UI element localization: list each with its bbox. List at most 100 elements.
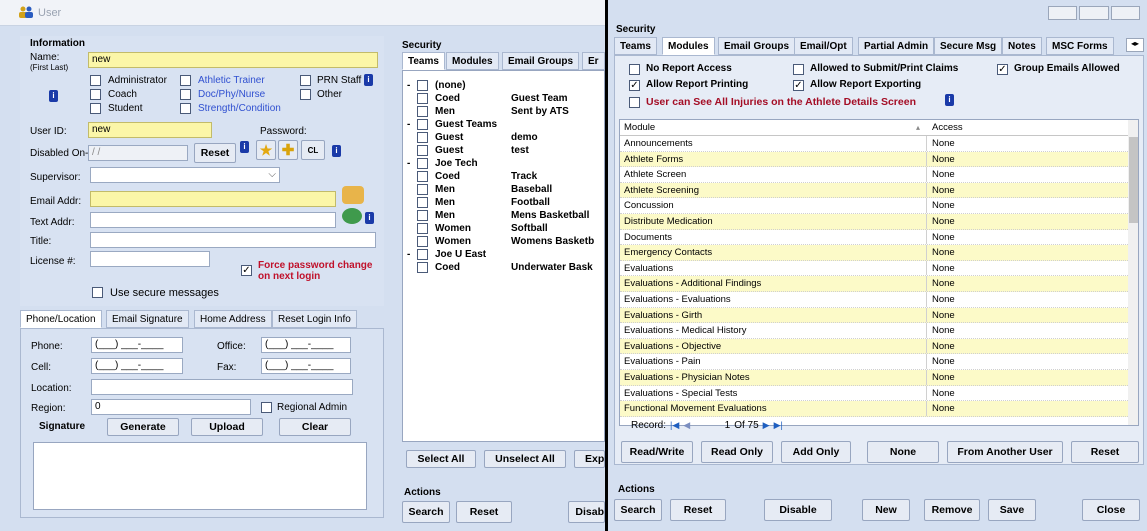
right-tab-secure-msg[interactable]: Secure Msg — [934, 37, 1003, 55]
collapse-icon[interactable]: - — [407, 248, 410, 261]
module-access[interactable]: None — [932, 401, 955, 416]
see-all-checkbox[interactable] — [629, 97, 640, 108]
info-icon[interactable]: i — [945, 94, 954, 106]
unselect-all-button[interactable]: Unselect All — [484, 450, 566, 468]
add-only-button[interactable]: Add Only — [781, 441, 851, 463]
module-access[interactable]: None — [932, 386, 955, 401]
right-tab-msc-forms[interactable]: MSC Forms — [1046, 37, 1114, 55]
team-checkbox[interactable] — [417, 236, 428, 247]
team-row[interactable]: Coed Guest Team — [403, 92, 603, 105]
collapse-icon[interactable]: - — [407, 118, 410, 131]
regional-admin-checkbox[interactable] — [261, 402, 272, 413]
record-position[interactable]: 1 — [694, 420, 731, 431]
tab-phone-location[interactable]: Phone/Location — [20, 310, 102, 328]
team-row[interactable]: Men Sent by ATS — [403, 105, 603, 118]
title-input[interactable] — [90, 232, 376, 248]
doc-checkbox[interactable] — [180, 89, 191, 100]
module-row[interactable]: Evaluations - Special Tests None — [620, 385, 1128, 402]
team-row[interactable]: Coed Track — [403, 170, 603, 183]
module-row[interactable]: Evaluations None — [620, 260, 1128, 277]
access-column-header[interactable]: Access — [932, 120, 963, 135]
mid-tab-modules[interactable]: Modules — [446, 52, 499, 70]
action-new-button[interactable]: New — [862, 499, 910, 521]
module-access[interactable]: None — [932, 276, 955, 291]
module-row[interactable]: Evaluations - Medical History None — [620, 323, 1128, 339]
team-row[interactable]: Women Womens Basketb — [403, 235, 603, 248]
module-access[interactable]: None — [932, 292, 955, 307]
scroll-thumb[interactable] — [1129, 137, 1138, 223]
module-access[interactable]: None — [932, 198, 955, 213]
module-row[interactable]: Documents None — [620, 229, 1128, 246]
team-row[interactable]: Men Baseball — [403, 183, 603, 196]
plus-button[interactable]: ✚ — [278, 140, 298, 160]
team-group-row[interactable]: - Joe U East — [403, 248, 603, 261]
module-access[interactable]: None — [932, 167, 955, 182]
team-group-checkbox[interactable] — [417, 249, 428, 260]
allowed-submit-checkbox[interactable] — [793, 64, 804, 75]
name-input[interactable]: new — [88, 52, 378, 68]
athletic-trainer-checkbox[interactable] — [180, 75, 191, 86]
module-access[interactable]: None — [932, 152, 955, 167]
cell-input[interactable]: (___) ___-____ — [91, 358, 183, 374]
module-access[interactable]: None — [932, 354, 955, 369]
prn-staff-checkbox[interactable] — [300, 75, 311, 86]
module-row[interactable]: Evaluations - Additional Findings None — [620, 276, 1128, 292]
administrator-checkbox[interactable] — [90, 75, 101, 86]
allow-export-checkbox[interactable]: ✓ — [793, 80, 804, 91]
module-row[interactable]: Evaluations - Pain None — [620, 354, 1128, 370]
region-select[interactable]: 0 — [91, 399, 251, 415]
action-reset-button[interactable]: Reset — [670, 499, 726, 521]
team-row[interactable]: Coed Underwater Bask — [403, 261, 603, 274]
module-access[interactable]: None — [932, 245, 955, 260]
collapse-icon[interactable]: - — [407, 157, 410, 170]
force-password-checkbox[interactable]: ✓ — [241, 265, 252, 276]
team-checkbox[interactable] — [417, 184, 428, 195]
group-emails-checkbox[interactable]: ✓ — [997, 64, 1008, 75]
team-checkbox[interactable] — [417, 132, 428, 143]
action-disable-button[interactable]: Disable — [764, 499, 832, 521]
fax-input[interactable]: (___) ___-____ — [261, 358, 351, 374]
module-access[interactable]: None — [932, 323, 955, 338]
tab-home-address[interactable]: Home Address — [194, 310, 272, 328]
team-checkbox[interactable] — [417, 93, 428, 104]
module-row[interactable]: Athlete Forms None — [620, 151, 1128, 168]
reset-password-button[interactable]: Reset — [194, 143, 236, 163]
info-icon[interactable]: i — [332, 145, 341, 157]
mid-search-button[interactable]: Search — [402, 501, 450, 523]
team-checkbox[interactable] — [417, 210, 428, 221]
phone-input[interactable]: (___) ___-____ — [91, 337, 183, 353]
strength-checkbox[interactable] — [180, 103, 191, 114]
clear-button[interactable]: Clear — [279, 418, 351, 436]
signature-box[interactable] — [33, 442, 367, 510]
read-write-button[interactable]: Read/Write — [621, 441, 693, 463]
secure-messages-checkbox[interactable] — [92, 287, 103, 298]
minimize-button[interactable] — [1048, 6, 1078, 20]
team-checkbox[interactable] — [417, 197, 428, 208]
license-input[interactable] — [90, 251, 210, 267]
phone-icon[interactable] — [342, 208, 362, 224]
maximize-button[interactable] — [1079, 6, 1109, 20]
team-checkbox[interactable] — [417, 223, 428, 234]
module-row[interactable]: Athlete Screen None — [620, 167, 1128, 183]
info-icon[interactable]: i — [49, 90, 58, 102]
team-checkbox[interactable] — [417, 106, 428, 117]
action-save-button[interactable]: Save — [988, 499, 1036, 521]
right-tab-partial-admin[interactable]: Partial Admin — [858, 37, 935, 55]
read-only-button[interactable]: Read Only — [701, 441, 773, 463]
action-search-button[interactable]: Search — [614, 499, 662, 521]
no-report-checkbox[interactable] — [629, 64, 640, 75]
office-input[interactable]: (___) ___-____ — [261, 337, 351, 353]
coach-checkbox[interactable] — [90, 89, 101, 100]
team-row[interactable]: Men Football — [403, 196, 603, 209]
team-group-checkbox[interactable] — [417, 80, 428, 91]
module-access[interactable]: None — [932, 230, 955, 245]
team-group-row[interactable]: - (none) — [403, 79, 603, 92]
collapse-icon[interactable]: - — [407, 79, 410, 92]
right-tab-email-groups[interactable]: Email Groups — [718, 37, 796, 55]
module-row[interactable]: Evaluations - Girth None — [620, 307, 1128, 324]
module-row[interactable]: Emergency Contacts None — [620, 245, 1128, 261]
prev-record-icon[interactable]: ◀ — [683, 420, 690, 431]
student-checkbox[interactable] — [90, 103, 101, 114]
module-access[interactable]: None — [932, 308, 955, 323]
right-tab-email-opt[interactable]: Email/Opt — [794, 37, 853, 55]
